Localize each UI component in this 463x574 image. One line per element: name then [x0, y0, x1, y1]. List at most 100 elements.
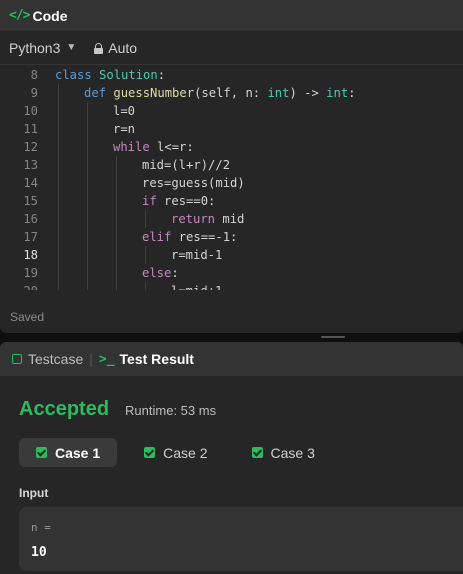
input-variable-value: 10: [31, 545, 47, 560]
indent-guide: [145, 282, 146, 290]
code-line[interactable]: 14 res=guess(mid): [0, 174, 463, 192]
code-token: guessNumber: [113, 86, 195, 100]
code-token: res==0:: [164, 194, 216, 208]
code-text: res=guess(mid): [142, 174, 245, 192]
code-text: l=0: [113, 102, 135, 120]
code-token: (self, n:: [194, 86, 268, 100]
line-number: 20: [0, 282, 38, 290]
code-token: if: [142, 194, 165, 208]
code-token: int: [326, 86, 349, 100]
indent-guide: [116, 192, 117, 210]
runtime-label: Runtime: 53 ms: [125, 403, 217, 418]
indent-guide: [87, 120, 88, 138]
case-label: Case 1: [55, 444, 101, 461]
line-number: 9: [30, 86, 38, 100]
indent-guide: [87, 282, 88, 290]
indent-guide: [58, 246, 59, 264]
panel-resize-handle[interactable]: [321, 336, 345, 338]
indent-guide: [116, 156, 117, 174]
indent-guide: [58, 210, 59, 228]
language-select[interactable]: Python3 ▼: [9, 40, 76, 56]
indent-guide: [58, 120, 59, 138]
code-token: r=n: [113, 122, 136, 136]
indent-guide: [87, 210, 88, 228]
line-number: 18: [23, 248, 38, 262]
code-token: res=guess(mid): [142, 176, 245, 190]
code-token: def: [84, 86, 114, 100]
lock-icon: [94, 43, 104, 54]
result-tabs: Testcase | >_ Test Result: [0, 342, 463, 376]
check-icon: [144, 447, 156, 458]
indent-guide: [116, 264, 117, 282]
code-line[interactable]: 18 r=mid-1: [0, 246, 463, 264]
tab-testcase[interactable]: Testcase: [28, 351, 83, 367]
code-token: ) ->: [289, 86, 327, 100]
indent-guide: [87, 156, 88, 174]
line-number: 10: [23, 104, 38, 118]
code-line[interactable]: 16 return mid: [0, 210, 463, 228]
check-icon: [251, 447, 263, 458]
indent-guide: [116, 228, 117, 246]
indent-guide: [87, 264, 88, 282]
code-text: l=mid+1: [171, 282, 222, 290]
line-number: 19: [23, 266, 38, 280]
indent-guide: [58, 84, 59, 102]
code-line[interactable]: 11 r=n: [0, 120, 463, 138]
code-line[interactable]: 19 else:: [0, 264, 463, 282]
editor-toolbar: Python3 ▼ Auto: [0, 31, 463, 65]
checkbox-icon: [12, 354, 22, 364]
case-3-tab[interactable]: Case 3: [235, 438, 332, 467]
indent-guide: [58, 174, 59, 192]
indent-guide: [58, 228, 59, 246]
code-token: :: [157, 68, 166, 82]
code-text: while l<=r:: [113, 138, 194, 156]
code-text: class Solution:: [55, 66, 165, 84]
indent-guide: [58, 156, 59, 174]
check-icon: [36, 447, 47, 458]
code-token: r=mid-1: [171, 248, 223, 262]
indent-guide: [58, 138, 59, 156]
code-token: class: [55, 68, 100, 82]
case-1-tab[interactable]: Case 1: [19, 438, 118, 467]
saved-status: Saved: [10, 310, 45, 324]
indent-guide: [58, 192, 59, 210]
code-line[interactable]: 8 class Solution:: [0, 66, 463, 84]
tab-test-result[interactable]: Test Result: [120, 351, 194, 367]
indent-guide: [87, 138, 88, 156]
code-token: else: [142, 266, 172, 280]
line-number: 13: [23, 158, 38, 172]
indent-guide: [116, 246, 117, 264]
code-line[interactable]: 17 elif res==-1:: [0, 228, 463, 246]
tab-divider: |: [89, 351, 93, 367]
code-line[interactable]: 13 mid=(l+r)//2: [0, 156, 463, 174]
code-panel-header: </> Code: [0, 0, 463, 31]
input-value-box: n = 10: [19, 507, 463, 571]
code-text: return mid: [171, 210, 244, 228]
code-panel-title: Code: [32, 7, 68, 24]
case-2-tab[interactable]: Case 2: [127, 438, 224, 467]
code-text: r=mid-1: [171, 246, 222, 264]
code-text: if res==0:: [142, 192, 215, 210]
code-token: l=mid+1: [171, 284, 222, 290]
indent-guide: [87, 102, 88, 120]
code-line[interactable]: 15 if res==0:: [0, 192, 463, 210]
indent-guide: [87, 228, 88, 246]
code-token: Solution: [99, 68, 158, 82]
code-token: :: [171, 266, 179, 280]
code-editor[interactable]: 8 class Solution: 9 def guessNumber(self, n…: [0, 66, 463, 290]
code-token: int: [267, 86, 290, 100]
code-line[interactable]: 9 def guessNumber(self, n: int) -> int:: [0, 84, 463, 102]
code-line[interactable]: 12 while l<=r:: [0, 138, 463, 156]
line-number: 16: [23, 212, 38, 226]
indent-guide: [116, 174, 117, 192]
indent-guide: [87, 246, 88, 264]
case-label: Case 3: [270, 444, 315, 461]
code-line[interactable]: 20 l=mid+1: [0, 282, 463, 290]
code-token: :: [348, 86, 356, 100]
case-tabs: Case 1 Case 2 Case 3: [19, 438, 342, 467]
indent-guide: [145, 210, 146, 228]
code-token: mid: [222, 212, 245, 226]
auto-mode-toggle[interactable]: Auto: [108, 40, 137, 56]
code-line[interactable]: 10 l=0: [0, 102, 463, 120]
indent-guide: [87, 174, 88, 192]
